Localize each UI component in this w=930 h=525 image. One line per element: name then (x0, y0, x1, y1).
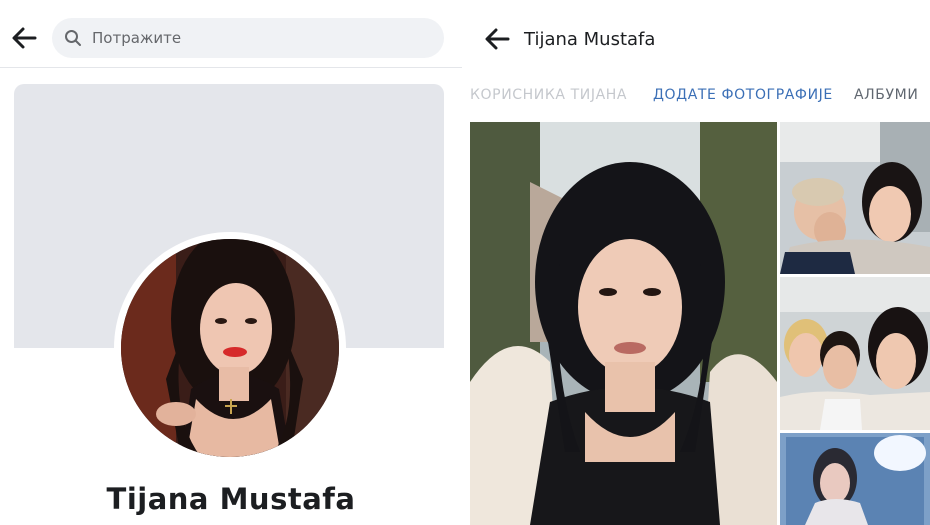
back-arrow-icon[interactable] (9, 23, 39, 53)
photo-thumbnail-4[interactable] (780, 433, 930, 525)
left-screen: Потражите Tijana Mustafa (0, 0, 462, 525)
photo-thumbnail-2[interactable] (780, 122, 930, 274)
tab-user-photos[interactable]: КОРИСНИКА ТИЈАНА (470, 84, 627, 106)
top-bar: Потражите (0, 0, 462, 68)
search-placeholder: Потражите (92, 29, 182, 47)
back-arrow-icon[interactable] (482, 24, 512, 54)
search-input[interactable]: Потражите (52, 18, 444, 58)
profile-photo (121, 239, 339, 457)
photo-tabs: КОРИСНИКА ТИЈАНА ДОДАТЕ ФОТОГРАФИЈЕ АЛБУ… (462, 84, 930, 108)
photo-thumbnail-main[interactable] (470, 122, 777, 525)
tab-added-photos[interactable]: ДОДАТЕ ФОТОГРАФИЈЕ (653, 84, 833, 106)
tab-albums[interactable]: АЛБУМИ (854, 84, 918, 106)
photo-mirror (780, 433, 930, 525)
photo-selfie (470, 122, 777, 525)
profile-avatar[interactable] (121, 239, 339, 457)
search-icon (65, 30, 81, 46)
photo-family-2 (780, 277, 930, 430)
photo-thumbnail-3[interactable] (780, 277, 930, 430)
right-screen: Tijana Mustafa КОРИСНИКА ТИЈАНА ДОДАТЕ Ф… (462, 0, 930, 525)
photo-family-1 (780, 122, 930, 274)
page-title: Tijana Mustafa (524, 29, 656, 50)
profile-name: Tijana Mustafa (106, 482, 356, 516)
